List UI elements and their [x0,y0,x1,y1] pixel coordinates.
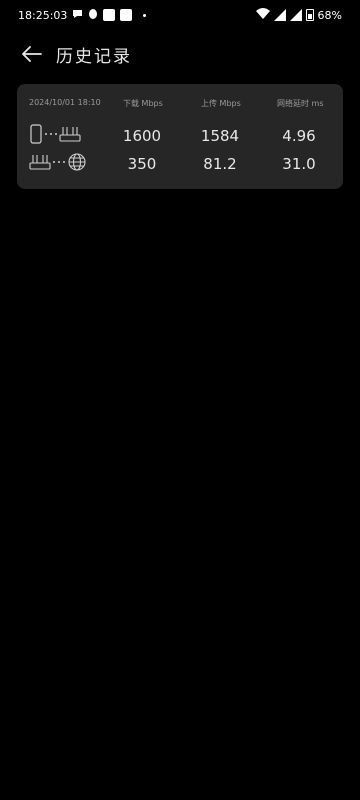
connection-dots-icon [45,133,57,135]
status-left: 18:25:03 [18,8,147,23]
back-arrow-icon [22,46,42,62]
status-time: 18:25:03 [18,8,68,22]
back-button[interactable] [20,42,44,66]
latency-value: 4.96 [282,127,316,145]
upload-column-header: 上传 Mbps [201,99,241,108]
connection-dots-icon [53,161,65,163]
qq-icon [88,8,98,23]
status-bar: 18:25:03 68% [0,0,360,30]
record-timestamp: 2024/10/01 18:10 [29,98,101,107]
router-icon [29,155,51,170]
phone-icon [30,124,42,144]
download-value: 350 [127,155,157,173]
app-header: 历史记录 [0,36,360,72]
result-row-phone-to-router: 1600 1584 4.96 [17,122,343,148]
status-right: 68% [255,8,342,22]
chat-icon [72,8,83,22]
signal-icon [273,9,286,21]
more-notifications-dot-icon [143,13,147,17]
history-record-card[interactable]: 2024/10/01 18:10 下载 Mbps 上传 Mbps 网络延时 ms… [17,84,343,189]
upload-value: 1584 [200,127,240,145]
upload-value: 81.2 [203,155,237,173]
latency-value: 31.0 [282,155,316,173]
battery-percentage: 68% [317,8,342,22]
route-icons [29,152,87,172]
download-value: 1600 [122,127,162,145]
app-notification-icon [120,9,133,21]
route-icons [29,124,81,144]
wifi-icon [255,8,270,22]
signal-icon [289,9,302,21]
router-icon [59,127,81,142]
globe-icon [68,153,86,171]
page-title: 历史记录 [56,46,132,67]
app-notification-icon [103,9,116,21]
latency-column-header: 网络延时 ms [277,99,324,108]
download-column-header: 下载 Mbps [123,99,163,108]
result-row-router-to-internet: 350 81.2 31.0 [17,150,343,176]
battery-icon [305,9,314,21]
